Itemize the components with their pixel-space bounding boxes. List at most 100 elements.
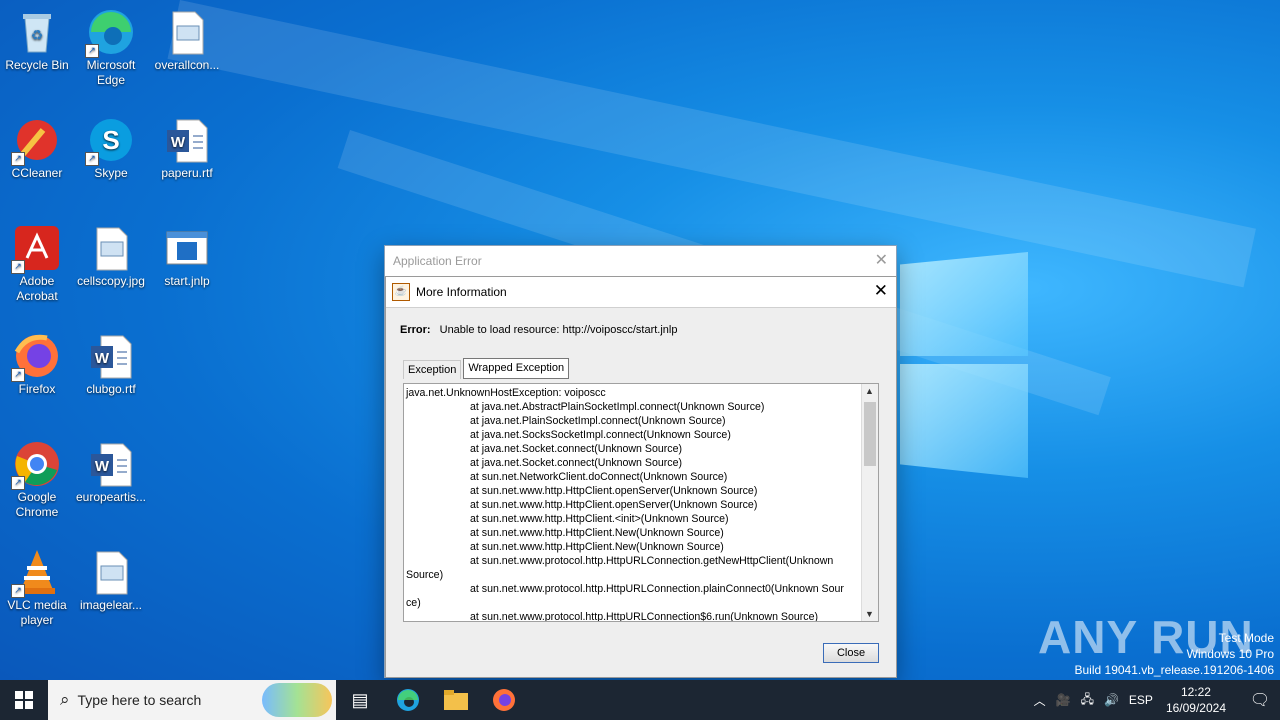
taskbar: ⌕ Type here to search ▤ ︿ 🎥 🖧 🔊 ESP 12:2… bbox=[0, 680, 1280, 720]
desktop-icon-label: Microsoft Edge bbox=[86, 58, 136, 87]
shortcut-arrow-icon: ↗ bbox=[11, 476, 25, 490]
vertical-scrollbar[interactable]: ▲ ▼ bbox=[861, 384, 878, 621]
desktop-icon-label: Skype bbox=[94, 166, 128, 180]
desktop-icon[interactable]: Weuropeartis... bbox=[74, 440, 148, 505]
svg-text:S: S bbox=[102, 125, 119, 155]
build-line: Build 19041.vb_release.191206-1406 bbox=[1074, 663, 1275, 677]
word-doc-icon: W bbox=[163, 116, 211, 164]
desktop-icon-label: VLC media player bbox=[7, 598, 67, 627]
more-information-dialog: ☕ More Information ✕ Error: Unable to lo… bbox=[385, 276, 897, 678]
window-title: Application Error bbox=[393, 254, 482, 268]
language-indicator[interactable]: ESP bbox=[1129, 693, 1153, 707]
trace-line: at sun.net.www.http.HttpClient.<init>(Un… bbox=[470, 513, 729, 525]
desktop-icon[interactable]: ↗ Microsoft Edge bbox=[74, 8, 148, 88]
word-doc-icon: W bbox=[87, 332, 135, 380]
acrobat-icon: ↗ bbox=[11, 224, 61, 274]
chrome-icon: ↗ bbox=[11, 440, 61, 490]
desktop-icon[interactable]: Wclubgo.rtf bbox=[74, 332, 148, 397]
search-highlight-image bbox=[262, 683, 332, 717]
stack-trace-textarea[interactable]: java.net.UnknownHostException: voiposcc a… bbox=[403, 383, 879, 622]
desktop-icon[interactable]: overallcon... bbox=[150, 8, 224, 73]
desktop-icon[interactable]: ♻ Recycle Bin bbox=[0, 8, 74, 73]
windows-edition-line: Windows 10 Pro bbox=[1186, 647, 1274, 661]
word-doc-icon: W bbox=[87, 440, 135, 488]
desktop-icon[interactable]: ↗ VLC media player bbox=[0, 548, 74, 628]
desktop-icon-label: europeartis... bbox=[75, 490, 147, 504]
ccleaner-icon: ↗ bbox=[11, 116, 61, 166]
test-mode-text: Test Mode Windows 10 Pro Build 19041.vb_… bbox=[1075, 630, 1275, 678]
clock-time: 12:22 bbox=[1180, 685, 1211, 699]
edge-icon: ↗ bbox=[85, 8, 135, 58]
test-mode-line: Test Mode bbox=[1218, 631, 1274, 645]
vlc-icon: ↗ bbox=[11, 548, 61, 598]
shortcut-arrow-icon: ↗ bbox=[11, 368, 25, 382]
search-icon: ⌕ bbox=[60, 690, 70, 709]
desktop-icon[interactable]: imagelear... bbox=[74, 548, 148, 613]
desktop-icon[interactable]: ↗ Google Chrome bbox=[0, 440, 74, 520]
svg-text:W: W bbox=[95, 458, 110, 475]
trace-line: at sun.net.www.http.HttpClient.New(Unkno… bbox=[470, 527, 724, 539]
trace-line: at java.net.PlainSocketImpl.connect(Unkn… bbox=[470, 415, 726, 427]
recycle-bin-icon: ♻ bbox=[13, 8, 61, 56]
desktop-icon[interactable]: ↗ Firefox bbox=[0, 332, 74, 397]
desktop-icon-label: Firefox bbox=[18, 382, 56, 396]
trace-line: at sun.net.www.protocol.http.HttpURLConn… bbox=[470, 555, 834, 567]
volume-icon[interactable]: 🔊 bbox=[1104, 693, 1119, 707]
task-view-icon: ▤ bbox=[351, 689, 369, 710]
scroll-up-icon[interactable]: ▲ bbox=[865, 386, 874, 396]
shortcut-arrow-icon: ↗ bbox=[85, 152, 99, 166]
taskbar-edge[interactable] bbox=[384, 680, 432, 720]
image-file-icon bbox=[163, 8, 211, 56]
desktop-icon[interactable]: ↗ CCleaner bbox=[0, 116, 74, 181]
start-button[interactable] bbox=[0, 680, 48, 720]
shortcut-arrow-icon: ↗ bbox=[85, 44, 99, 58]
skype-icon: S ↗ bbox=[85, 116, 135, 166]
taskbar-search-box[interactable]: ⌕ Type here to search bbox=[48, 680, 336, 720]
scroll-down-icon[interactable]: ▼ bbox=[865, 609, 874, 619]
trace-line: at sun.net.www.protocol.http.HttpURLConn… bbox=[470, 611, 819, 622]
stack-trace-text: java.net.UnknownHostException: voiposcc a… bbox=[406, 386, 858, 622]
chevron-up-icon[interactable]: ︿ bbox=[1034, 692, 1046, 709]
desktop-icon[interactable]: start.jnlp bbox=[150, 224, 224, 289]
trace-line: at sun.net.www.http.HttpClient.openServe… bbox=[470, 499, 758, 511]
trace-line: at java.net.AbstractPlainSocketImpl.conn… bbox=[470, 401, 765, 413]
task-view-button[interactable]: ▤ bbox=[336, 680, 384, 720]
tab-wrapped-exception[interactable]: Wrapped Exception bbox=[463, 358, 570, 379]
tab-exception[interactable]: Exception bbox=[403, 360, 462, 379]
desktop-icon-label: Google Chrome bbox=[15, 490, 59, 519]
desktop-icon[interactable]: S ↗ Skype bbox=[74, 116, 148, 181]
dialog-titlebar: ☕ More Information ✕ bbox=[386, 277, 896, 308]
trace-line: at java.net.Socket.connect(Unknown Sourc… bbox=[470, 443, 682, 455]
close-icon[interactable]: ✕ bbox=[875, 250, 888, 270]
close-button[interactable]: Close bbox=[823, 643, 879, 663]
desktop-icon-label: CCleaner bbox=[11, 166, 63, 180]
desktop-icon-label: imagelear... bbox=[79, 598, 143, 612]
network-icon[interactable]: 🖧 bbox=[1081, 690, 1094, 711]
clock-date: 16/09/2024 bbox=[1165, 701, 1226, 715]
taskbar-firefox[interactable] bbox=[480, 680, 528, 720]
desktop-icon[interactable]: ↗ Adobe Acrobat bbox=[0, 224, 74, 304]
windows-start-icon bbox=[15, 691, 33, 709]
edge-icon bbox=[397, 689, 419, 711]
svg-text:♻: ♻ bbox=[31, 27, 44, 43]
notification-icon[interactable]: 🗨 bbox=[1240, 690, 1280, 710]
windows-logo-wallpaper bbox=[900, 242, 1028, 478]
trace-line: at sun.net.www.protocol.http.HttpURLConn… bbox=[470, 583, 844, 595]
firefox-icon bbox=[493, 689, 515, 711]
tab-bar: Exception Wrapped Exception bbox=[403, 358, 571, 379]
desktop-icon-label: paperu.rtf bbox=[161, 166, 213, 180]
scrollbar-thumb[interactable] bbox=[864, 402, 876, 466]
clock[interactable]: 12:22 16/09/2024 bbox=[1166, 684, 1226, 716]
desktop-icon[interactable]: Wpaperu.rtf bbox=[150, 116, 224, 181]
close-icon[interactable]: ✕ bbox=[874, 281, 888, 301]
desktop-icon-label: clubgo.rtf bbox=[86, 382, 136, 396]
error-label: Error: bbox=[400, 324, 431, 336]
svg-text:W: W bbox=[95, 350, 110, 367]
taskbar-file-explorer[interactable] bbox=[432, 680, 480, 720]
error-message: Unable to load resource: http://voiposcc… bbox=[439, 324, 678, 336]
desktop-icon[interactable]: cellscopy.jpg bbox=[74, 224, 148, 289]
shortcut-arrow-icon: ↗ bbox=[11, 152, 25, 166]
meet-now-icon[interactable]: 🎥 bbox=[1056, 693, 1071, 707]
jnlp-file-icon bbox=[163, 224, 211, 272]
svg-text:W: W bbox=[171, 134, 186, 151]
